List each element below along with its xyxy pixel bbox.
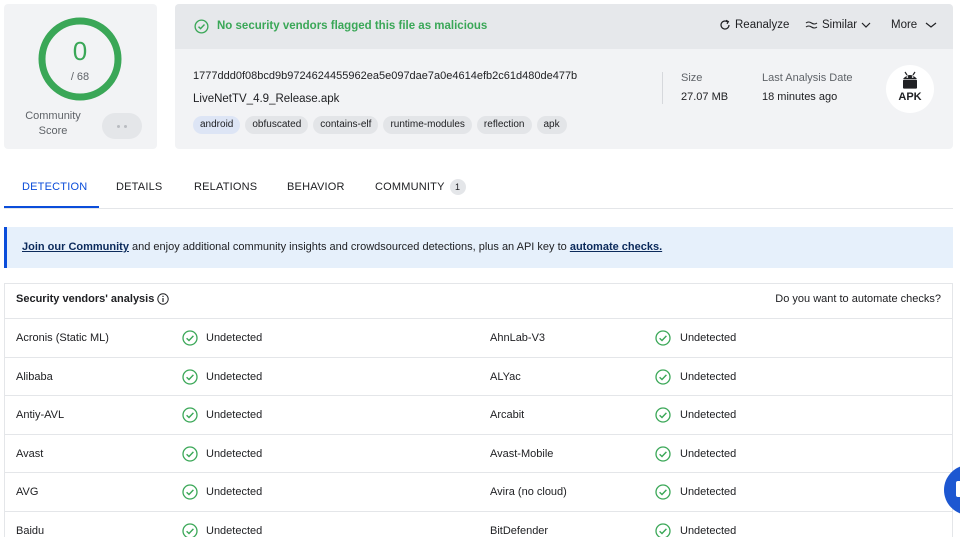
tab-community[interactable]: COMMUNITY 1 <box>375 179 466 195</box>
meta-divider <box>662 72 663 104</box>
vendor-status: Undetected <box>206 409 263 422</box>
tab-detection[interactable]: DETECTION <box>22 181 87 193</box>
vendor-row: Antiy-AVL Undetected Arcabit Undetected <box>5 396 952 435</box>
check-circle-icon <box>655 484 671 501</box>
chevron-down-icon <box>925 22 937 28</box>
check-circle-icon <box>182 523 198 537</box>
verdict-message: No security vendors flagged this file as… <box>217 20 488 32</box>
detection-score-card: 0 / 68 Community Score <box>4 4 157 149</box>
vendor-row: Alibaba Undetected ALYac Undetected <box>5 358 952 397</box>
tag-chip[interactable]: apk <box>536 116 567 134</box>
automate-checks-question[interactable]: Do you want to automate checks? <box>775 293 941 305</box>
vendors-table-header: Security vendors' analysis Do you want t… <box>5 284 952 319</box>
similar-icon <box>805 21 818 29</box>
check-circle-icon <box>182 446 198 462</box>
detection-count: 0 <box>72 36 88 66</box>
vendor-name: BitDefender <box>490 525 549 537</box>
vendor-name: Avast-Mobile <box>490 447 554 460</box>
check-circle-icon <box>194 19 209 34</box>
vendor-name: Alibaba <box>16 370 53 383</box>
report-tabs: DETECTION DETAILS RELATIONS BEHAVIOR COM… <box>4 168 953 209</box>
automate-checks-link[interactable]: automate checks. <box>570 241 662 253</box>
vendor-status: Undetected <box>680 525 737 537</box>
chevron-down-icon <box>861 22 871 28</box>
vendor-status: Undetected <box>206 370 263 383</box>
vendor-name: Avast <box>16 447 44 460</box>
vendor-row: Avast Undetected Avast-Mobile Undetected <box>5 435 952 474</box>
join-community-link[interactable]: Join our Community <box>22 241 129 253</box>
vendor-status: Undetected <box>206 332 263 344</box>
vendors-table: Security vendors' analysis Do you want t… <box>4 283 953 537</box>
file-type-badge: APK <box>886 65 934 113</box>
vendors-title: Security vendors' analysis <box>16 293 155 305</box>
check-circle-icon <box>655 446 671 462</box>
tag-chip[interactable]: obfuscated <box>245 116 309 134</box>
tag-chip[interactable]: reflection <box>476 116 532 134</box>
size-value: 27.07 MB <box>681 91 729 103</box>
tag-chip[interactable]: android <box>193 116 241 134</box>
file-tags: android obfuscated contains-elf runtime-… <box>193 116 567 134</box>
info-icon[interactable] <box>157 293 169 305</box>
vendor-status: Undetected <box>680 409 737 422</box>
join-banner-text: and enjoy additional community insights … <box>128 241 570 253</box>
vendor-name: AVG <box>16 486 39 499</box>
vendor-name: Acronis (Static ML) <box>16 332 109 344</box>
vendor-name: AhnLab-V3 <box>490 332 546 344</box>
check-circle-icon <box>655 330 671 346</box>
check-circle-icon <box>182 330 198 346</box>
vendor-status: Undetected <box>680 332 737 344</box>
vendor-status: Undetected <box>206 525 263 537</box>
vendor-name: Baidu <box>16 525 45 537</box>
file-info-card: No security vendors flagged this file as… <box>175 4 953 149</box>
community-score-label: Community Score <box>25 110 81 137</box>
vendor-status: Undetected <box>206 486 263 499</box>
active-tab-indicator <box>4 206 99 208</box>
vendor-row: Acronis (Static ML) Undetected AhnLab-V3 Un… <box>5 319 952 358</box>
check-circle-icon <box>655 368 671 385</box>
file-type-label: APK <box>898 91 922 103</box>
community-score-toggle[interactable] <box>102 113 142 139</box>
file-name: LiveNetTV_4.9_Release.apk <box>193 93 340 105</box>
check-circle-icon <box>182 368 198 385</box>
vendor-status: Undetected <box>680 447 737 460</box>
vendor-status: Undetected <box>680 370 737 383</box>
tab-details[interactable]: DETAILS <box>116 181 162 193</box>
android-icon <box>903 71 917 89</box>
vendor-status: Undetected <box>206 447 263 460</box>
detection-total: / 68 <box>70 71 90 83</box>
vendor-name: Arcabit <box>490 409 525 422</box>
vendor-row: Baidu Undetected BitDefender Undetected <box>5 512 952 537</box>
size-label: Size <box>681 72 703 84</box>
refresh-icon <box>720 19 730 30</box>
tab-relations[interactable]: RELATIONS <box>194 181 257 193</box>
vendor-row: AVG Undetected Avira (no cloud) Undetected <box>5 473 952 512</box>
check-circle-icon <box>655 523 671 537</box>
file-hash[interactable]: 1777ddd0f08bcd9b9724624455962ea5e097dae7… <box>193 70 577 82</box>
vendor-name: Antiy-AVL <box>16 409 65 422</box>
vendor-status: Undetected <box>680 486 737 499</box>
chat-icon <box>956 481 960 497</box>
check-circle-icon <box>655 407 671 423</box>
vendor-name: ALYac <box>490 370 521 383</box>
reanalyze-button[interactable]: Reanalyze <box>719 19 789 31</box>
verdict-banner: No security vendors flagged this file as… <box>175 4 953 49</box>
last-analysis-label: Last Analysis Date <box>762 72 853 84</box>
check-circle-icon <box>182 407 198 423</box>
tab-behavior[interactable]: BEHAVIOR <box>287 181 345 193</box>
last-analysis-value: 18 minutes ago <box>762 91 838 103</box>
tag-chip[interactable]: runtime-modules <box>383 116 472 134</box>
tag-chip[interactable]: contains-elf <box>313 116 379 134</box>
more-menu-button[interactable]: More <box>891 19 937 31</box>
check-circle-icon <box>182 484 198 501</box>
join-community-banner: Join our Community and enjoy additional … <box>4 227 953 268</box>
vendor-name: Avira (no cloud) <box>490 486 567 499</box>
community-count-badge: 1 <box>449 179 466 195</box>
similar-button[interactable]: Similar <box>805 19 871 31</box>
